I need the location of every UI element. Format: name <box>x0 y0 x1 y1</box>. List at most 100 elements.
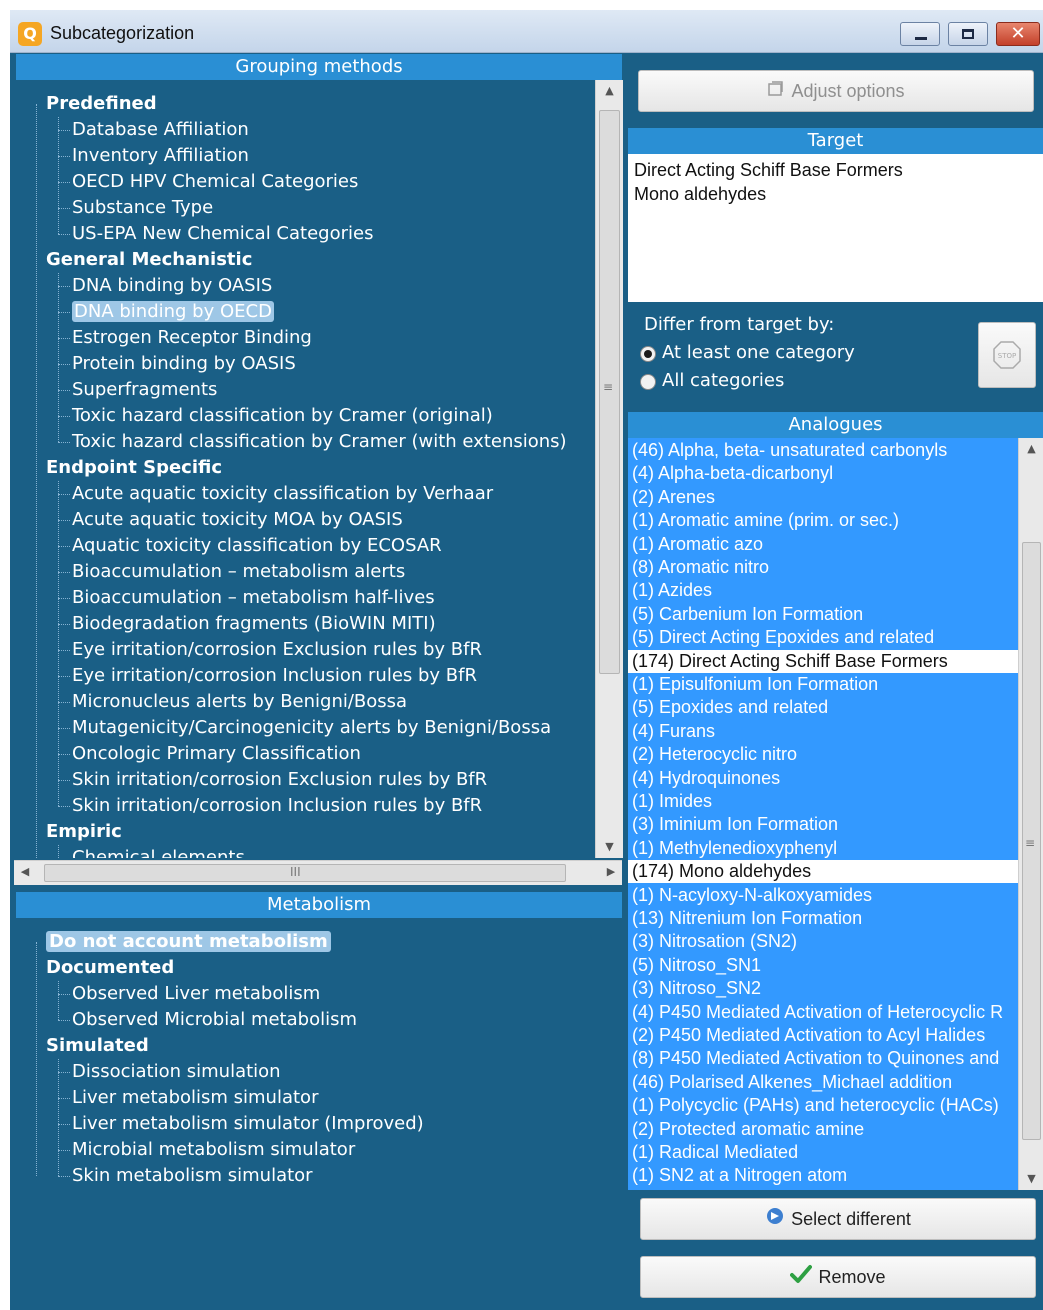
analogue-list-item[interactable]: (46) Alpha, beta- unsaturated carbonyls <box>628 439 1018 462</box>
analogue-list-item[interactable]: (1) Radical Mediated <box>628 1141 1018 1164</box>
scrollbar-grip-icon: ≡ <box>1025 836 1036 850</box>
grouping-horizontal-scrollbar[interactable]: ◀ III ▶ <box>14 860 622 885</box>
tree-item[interactable]: Estrogen Receptor Binding <box>72 325 312 351</box>
tree-item[interactable]: Eye irritation/corrosion Exclusion rules… <box>72 637 482 663</box>
remove-button[interactable]: Remove <box>640 1256 1036 1298</box>
tree-root-item[interactable]: Do not account metabolism <box>46 929 331 955</box>
analogue-list-item[interactable]: (174) Direct Acting Schiff Base Formers <box>628 649 1018 673</box>
analogue-list-item[interactable]: (5) Epoxides and related <box>628 696 1018 719</box>
analogue-list-item[interactable]: (3) Iminium Ion Formation <box>628 813 1018 836</box>
tree-item[interactable]: Mutagenicity/Carcinogenicity alerts by B… <box>72 715 551 741</box>
tree-item[interactable]: Database Affiliation <box>72 117 249 143</box>
analogue-list-item[interactable]: (5) Nitroso_SN1 <box>628 954 1018 977</box>
analogue-list-item[interactable]: (1) Methylenedioxyphenyl <box>628 837 1018 860</box>
analogue-list-item[interactable]: (1) Polycyclic (PAHs) and heterocyclic (… <box>628 1094 1018 1117</box>
tree-group-general-mechanistic[interactable]: General Mechanistic <box>46 247 252 273</box>
analogue-list-item[interactable]: (2) Heterocyclic nitro <box>628 743 1018 766</box>
tree-item[interactable]: Acute aquatic toxicity classification by… <box>72 481 493 507</box>
select-different-button[interactable]: Select different <box>640 1198 1036 1240</box>
tree-item[interactable]: DNA binding by OECD <box>72 299 274 325</box>
grouping-methods-tree[interactable]: Predefined Database Affiliation Inventory … <box>14 80 594 858</box>
tree-item[interactable]: Observed Microbial metabolism <box>72 1007 357 1033</box>
analogue-list-item[interactable]: (4) P450 Mediated Activation of Heterocy… <box>628 1001 1018 1024</box>
radio-at-least-one[interactable] <box>640 346 656 362</box>
scroll-down-arrow-icon[interactable]: ▼ <box>1019 1168 1043 1190</box>
tree-group-simulated[interactable]: Simulated <box>46 1033 149 1059</box>
analogue-list-item[interactable]: (1) Episulfonium Ion Formation <box>628 673 1018 696</box>
analogue-list-item[interactable]: (1) Aromatic azo <box>628 533 1018 556</box>
tree-item[interactable]: Oncologic Primary Classification <box>72 741 361 767</box>
tree-group-empiric[interactable]: Empiric <box>46 819 122 845</box>
radio-at-least-one-label[interactable]: At least one category <box>662 342 855 363</box>
tree-item[interactable]: Inventory Affiliation <box>72 143 249 169</box>
stop-button[interactable]: STOP <box>978 322 1036 388</box>
tree-item[interactable]: Substance Type <box>72 195 213 221</box>
tree-item[interactable]: Aquatic toxicity classification by ECOSA… <box>72 533 442 559</box>
radio-all-categories[interactable] <box>640 374 656 390</box>
scrollbar-thumb[interactable] <box>44 864 566 882</box>
analogue-list-item[interactable]: (3) Nitroso_SN2 <box>628 977 1018 1000</box>
analogue-list-item[interactable]: (3) Nitrosation (SN2) <box>628 930 1018 953</box>
analogue-list-item[interactable]: (1) Imides <box>628 790 1018 813</box>
adjust-options-button[interactable]: Adjust options <box>638 70 1034 112</box>
tree-connector <box>58 312 70 313</box>
scroll-up-arrow-icon[interactable]: ▲ <box>596 80 623 102</box>
analogue-list-item[interactable]: (8) Aromatic nitro <box>628 556 1018 579</box>
tree-item[interactable]: DNA binding by OASIS <box>72 273 272 299</box>
tree-item[interactable]: Skin irritation/corrosion Exclusion rule… <box>72 767 487 793</box>
analogue-list-item[interactable]: (2) Protected aromatic amine <box>628 1118 1018 1141</box>
analogue-list-item[interactable]: (2) Arenes <box>628 486 1018 509</box>
tree-item[interactable]: Bioaccumulation – metabolism alerts <box>72 559 405 585</box>
tree-connector <box>58 1150 70 1151</box>
tree-item[interactable]: Micronucleus alerts by Benigni/Bossa <box>72 689 407 715</box>
tree-group-documented[interactable]: Documented <box>46 955 174 981</box>
analogue-list-item[interactable]: (4) Furans <box>628 720 1018 743</box>
analogue-list-item[interactable]: (1) Aromatic amine (prim. or sec.) <box>628 509 1018 532</box>
tree-item[interactable]: Skin irritation/corrosion Inclusion rule… <box>72 793 482 819</box>
tree-item[interactable]: Liver metabolism simulator (Improved) <box>72 1111 424 1137</box>
scroll-right-arrow-icon[interactable]: ▶ <box>600 861 622 885</box>
analogue-list-item[interactable]: (4) Alpha-beta-dicarbonyl <box>628 462 1018 485</box>
minimize-button[interactable] <box>900 22 940 46</box>
tree-item[interactable]: Toxic hazard classification by Cramer (o… <box>72 403 493 429</box>
radio-all-categories-label[interactable]: All categories <box>662 370 784 391</box>
tree-group-predefined[interactable]: Predefined <box>46 91 157 117</box>
analogue-list-item[interactable]: (46) Polarised Alkenes_Michael addition <box>628 1071 1018 1094</box>
tree-group-endpoint-specific[interactable]: Endpoint Specific <box>46 455 222 481</box>
analogues-vertical-scrollbar[interactable]: ▲ ≡ ▼ <box>1018 438 1043 1190</box>
tree-item[interactable]: Bioaccumulation – metabolism half-lives <box>72 585 435 611</box>
tree-item[interactable]: Skin metabolism simulator <box>72 1163 313 1189</box>
tree-item[interactable]: US-EPA New Chemical Categories <box>72 221 373 247</box>
scroll-left-arrow-icon[interactable]: ◀ <box>14 861 36 885</box>
tree-item[interactable]: Protein binding by OASIS <box>72 351 296 377</box>
tree-item[interactable]: Toxic hazard classification by Cramer (w… <box>72 429 567 455</box>
tree-item[interactable]: Acute aquatic toxicity MOA by OASIS <box>72 507 403 533</box>
title-bar[interactable]: Q Subcategorization ✕ <box>10 10 1043 53</box>
tree-item[interactable]: Microbial metabolism simulator <box>72 1137 355 1163</box>
tree-item[interactable]: Liver metabolism simulator <box>72 1085 318 1111</box>
analogue-list-item[interactable]: (13) Nitrenium Ion Formation <box>628 907 1018 930</box>
tree-item[interactable]: Eye irritation/corrosion Inclusion rules… <box>72 663 477 689</box>
scroll-down-arrow-icon[interactable]: ▼ <box>596 836 623 858</box>
tree-item[interactable]: OECD HPV Chemical Categories <box>72 169 358 195</box>
tree-item[interactable]: Dissociation simulation <box>72 1059 281 1085</box>
scroll-up-arrow-icon[interactable]: ▲ <box>1019 438 1043 460</box>
close-button[interactable]: ✕ <box>996 22 1040 46</box>
tree-item[interactable]: Biodegradation fragments (BioWIN MITI) <box>72 611 436 637</box>
tree-item[interactable]: Chemical elements <box>72 845 245 858</box>
analogue-list-item[interactable]: (1) SN2 at a Nitrogen atom <box>628 1164 1018 1187</box>
analogue-list-item[interactable]: (2) P450 Mediated Activation to Acyl Hal… <box>628 1024 1018 1047</box>
tree-item[interactable]: Observed Liver metabolism <box>72 981 320 1007</box>
analogue-list-item[interactable]: (174) Mono aldehydes <box>628 860 1018 884</box>
analogue-list-item[interactable]: (4) Hydroquinones <box>628 767 1018 790</box>
analogue-list-item[interactable]: (5) Carbenium Ion Formation <box>628 603 1018 626</box>
tree-item[interactable]: Superfragments <box>72 377 217 403</box>
grouping-vertical-scrollbar[interactable]: ▲ ≡ ▼ <box>595 80 623 858</box>
maximize-button[interactable] <box>948 22 988 46</box>
analogue-list-item[interactable]: (1) N-acyloxy-N-alkoxyamides <box>628 884 1018 907</box>
analogue-list-item[interactable]: (1) Azides <box>628 579 1018 602</box>
metabolism-tree[interactable]: Do not account metabolism Documented Obser… <box>14 918 614 1298</box>
analogue-list-item[interactable]: (5) Direct Acting Epoxides and related <box>628 626 1018 649</box>
analogue-list-item[interactable]: (8) P450 Mediated Activation to Quinones… <box>628 1047 1018 1070</box>
analogues-list[interactable]: (46) Alpha, beta- unsaturated carbonyls(… <box>628 438 1018 1190</box>
